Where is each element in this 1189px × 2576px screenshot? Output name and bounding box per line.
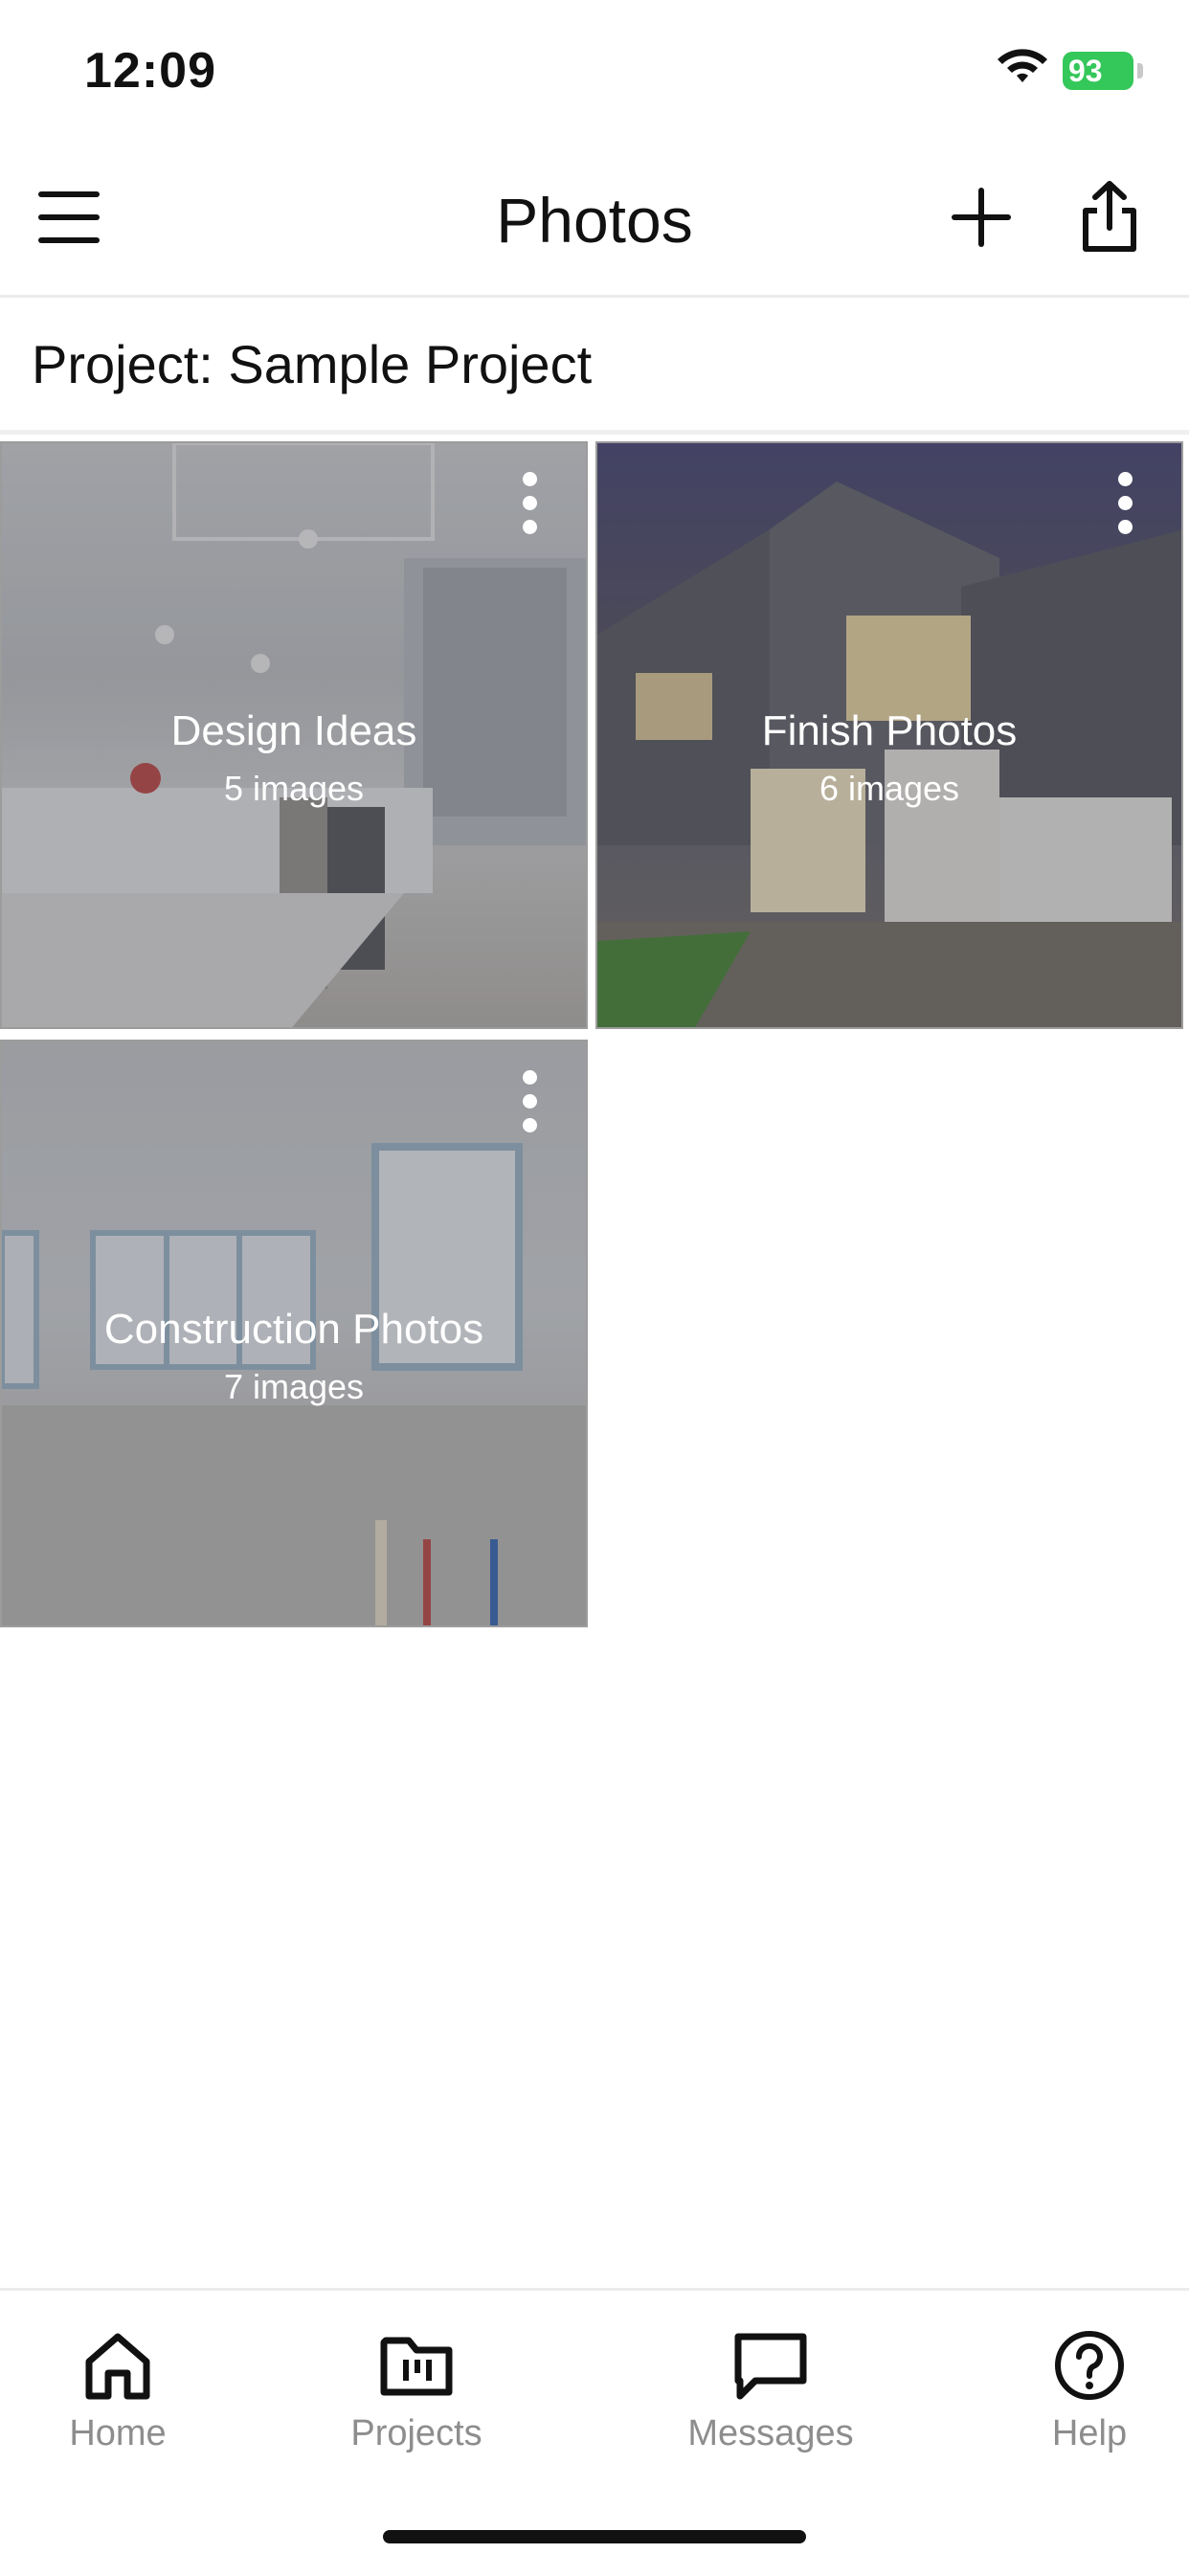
message-icon [734,2333,807,2400]
battery-cap [1137,63,1143,78]
kebab-icon[interactable] [1110,472,1139,535]
battery-indicator: 93 [1063,52,1133,90]
project-header: Project: Sample Project [0,298,1189,435]
tab-projects[interactable]: Projects [340,2329,493,2454]
album-name: Finish Photos [761,707,1018,754]
album-name: Construction Photos [103,1306,484,1353]
kebab-icon[interactable] [515,1070,544,1133]
share-button[interactable] [1076,178,1143,255]
tab-messages-label: Messages [687,2413,854,2453]
wifi-icon [998,49,1047,82]
add-button[interactable] [948,184,1015,251]
album-count: 5 images [223,769,365,808]
album-count: 6 images [819,769,960,808]
share-icon [1083,181,1136,252]
status-bar: 12:09 93 [0,0,1189,144]
tab-projects-label: Projects [350,2413,482,2453]
project-label: Project: Sample Project [32,334,593,394]
help-icon [1055,2331,1124,2400]
battery-level: 93 [1068,54,1103,88]
folder-icon [380,2337,453,2396]
home-indicator [383,2530,806,2543]
status-time: 12:09 [84,43,216,99]
tab-messages[interactable]: Messages [675,2329,866,2454]
kebab-icon[interactable] [515,472,544,535]
navigation-bar: Photos [0,144,1189,298]
album-count: 7 images [223,1367,365,1406]
album-tile[interactable]: Finish Photos 6 images [595,441,1183,1029]
tab-help[interactable]: Help [1043,2329,1135,2454]
album-name: Design Ideas [170,707,417,754]
tab-home-label: Home [69,2413,167,2453]
tab-home[interactable]: Home [56,2329,180,2454]
menu-icon [38,191,100,243]
plus-icon [952,188,1011,247]
menu-button[interactable] [36,184,103,251]
tab-help-label: Help [1051,2413,1128,2453]
album-tile[interactable]: Construction Photos 7 images [0,1040,588,1627]
home-icon [85,2333,150,2400]
album-tile[interactable]: Design Ideas 5 images [0,441,588,1029]
